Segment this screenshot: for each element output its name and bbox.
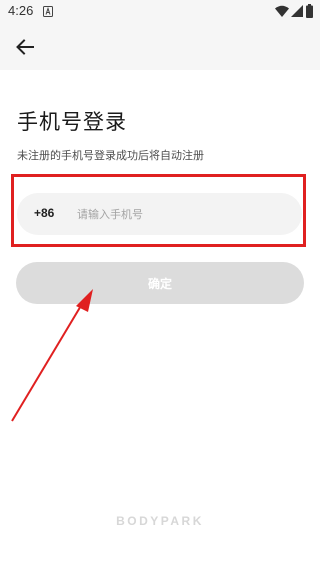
country-code[interactable]: +86 — [34, 206, 54, 220]
bodypark-logo: BODYPARK — [116, 514, 204, 528]
app-bar — [0, 24, 320, 70]
notification-a-icon — [43, 6, 53, 17]
page-title: 手机号登录 — [17, 110, 127, 134]
status-time: 4:26 — [8, 3, 34, 18]
wifi-icon — [275, 5, 289, 17]
phone-input-row[interactable]: +86 — [17, 193, 302, 235]
confirm-button[interactable]: 确定 — [16, 262, 304, 304]
page-subtitle: 未注册的手机号登录成功后将自动注册 — [17, 149, 204, 162]
signal-icon — [291, 5, 303, 17]
battery-icon — [306, 4, 313, 18]
phone-input[interactable] — [77, 201, 287, 227]
arrow-left-icon — [16, 39, 34, 55]
status-bar: 4:26 — [0, 0, 320, 24]
back-button[interactable] — [12, 34, 38, 60]
